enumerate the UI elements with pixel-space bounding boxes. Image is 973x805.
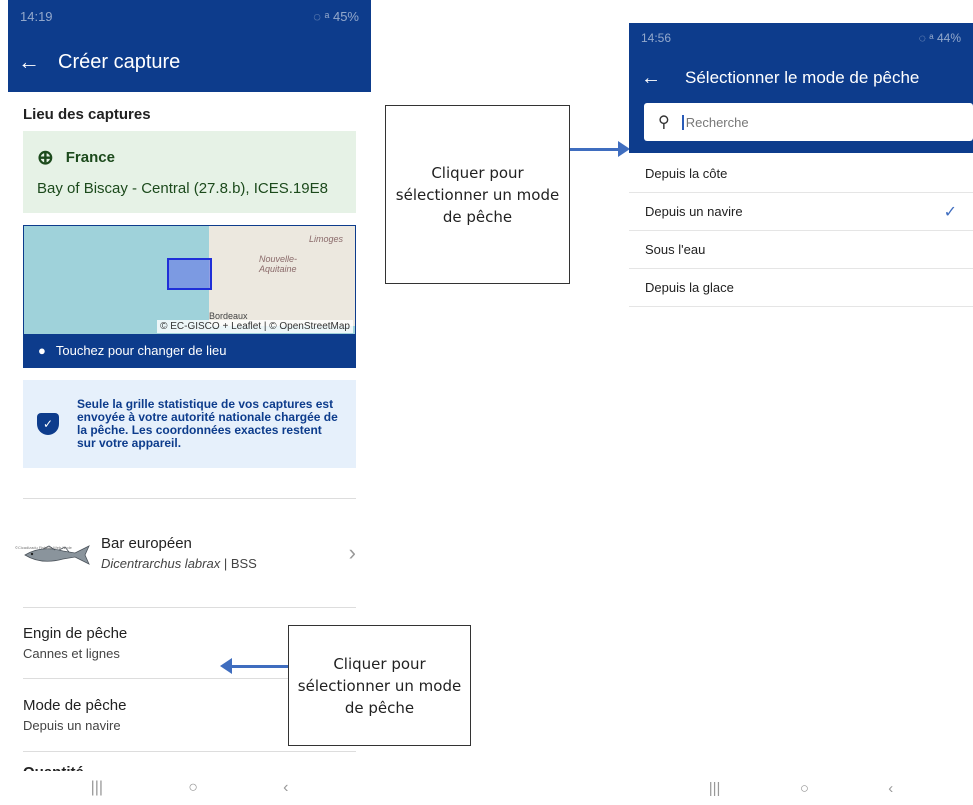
status-time: 14:19 <box>20 8 53 24</box>
map-label-nouvelle-aquitaine: Nouvelle- Aquitaine <box>259 254 298 274</box>
search-bar-container: ⚲ Recherche <box>629 103 973 153</box>
check-icon: ✓ <box>943 203 957 221</box>
location-box: ⊕ France Bay of Biscay - Central (27.8.b… <box>23 131 356 213</box>
search-icon: ⚲ <box>658 114 670 131</box>
status-bar: 14:56 ◌ ᵃ 44% <box>629 23 973 53</box>
nav-back-button[interactable]: ‹ <box>888 780 893 797</box>
status-icons: ◌ ᵃ 44% <box>918 31 961 45</box>
callout-bottom-text: Cliquer pour sélectionner un mode de pêc… <box>297 654 462 717</box>
map-label-limoges: Limoges <box>309 234 344 244</box>
location-country: France <box>65 149 115 166</box>
status-icons: ◌ ᵃ 45% <box>313 8 359 24</box>
home-button[interactable]: ○ <box>188 779 198 797</box>
page-title: Sélectionner le mode de pêche <box>685 68 920 87</box>
nav-back-button[interactable]: ‹ <box>283 779 288 797</box>
page-title: Créer capture <box>58 50 181 73</box>
species-name: Bar européen <box>101 535 192 552</box>
recent-apps-button[interactable]: ||| <box>91 779 103 797</box>
list-item-label: Depuis un navire <box>645 204 743 219</box>
home-button[interactable]: ○ <box>800 780 809 797</box>
fishing-gear-value: Cannes et lignes <box>23 646 120 661</box>
species-code: | BSS <box>220 556 257 571</box>
fishing-mode-list: Depuis la côte Depuis un navire ✓ Sous l… <box>629 155 973 307</box>
shield-check-icon: ✓ <box>37 413 59 435</box>
callout-top-text: Cliquer pour sélectionner un mode de pêc… <box>395 163 560 226</box>
map-widget[interactable]: Limoges Nouvelle- Aquitaine Bordeaux © E… <box>23 225 356 368</box>
location-pin-icon: ● <box>38 343 46 358</box>
arrow-to-search <box>570 148 620 151</box>
list-item[interactable]: Depuis la côte <box>629 155 973 193</box>
back-arrow-icon[interactable]: ← <box>18 49 58 75</box>
list-item-label: Sous l'eau <box>645 242 706 257</box>
fishing-gear-label: Engin de pêche <box>23 625 128 642</box>
species-scientific-name: Dicentrarchus labrax <box>101 556 221 571</box>
search-input[interactable]: ⚲ Recherche <box>644 103 973 141</box>
app-bar: ← Sélectionner le mode de pêche <box>629 53 973 103</box>
right-phone-screen: 14:56 ◌ ᵃ 44% ← Sélectionner le mode de … <box>629 23 973 805</box>
statistical-grid-rectangle <box>167 258 212 290</box>
system-nav-bar: ||| ○ ‹ <box>8 771 371 805</box>
location-section-label: Lieu des captures <box>23 106 151 123</box>
map-caption-text: Touchez pour changer de lieu <box>55 343 227 358</box>
callout-top: Cliquer pour sélectionner un mode de pêc… <box>385 105 570 284</box>
privacy-info-text: Seule la grille statistique de vos captu… <box>77 397 338 450</box>
globe-icon: ⊕ <box>37 147 54 169</box>
callout-bottom: Cliquer pour sélectionner un mode de pêc… <box>288 625 471 746</box>
list-item-label: Depuis la côte <box>645 166 728 181</box>
status-bar: 14:19 ◌ ᵃ 45% <box>8 0 371 32</box>
list-item[interactable]: Depuis la glace <box>629 269 973 307</box>
search-placeholder: Recherche <box>681 114 749 130</box>
recent-apps-button[interactable]: ||| <box>709 780 721 797</box>
status-time: 14:56 <box>641 31 672 45</box>
arrow-head-left <box>220 658 232 674</box>
privacy-info-box: ✓ Seule la grille statistique de vos cap… <box>23 380 356 468</box>
back-arrow-icon[interactable]: ← <box>641 67 685 90</box>
fishing-mode-value: Depuis un navire <box>23 718 121 733</box>
map-change-location-caption[interactable]: ● Touchez pour changer de lieu <box>24 334 355 367</box>
list-item-label: Depuis la glace <box>645 280 734 295</box>
location-zone: Bay of Biscay - Central (27.8.b), ICES.1… <box>37 180 328 197</box>
system-nav-bar: ||| ○ ‹ <box>629 771 973 805</box>
list-item[interactable]: Depuis un navire ✓ <box>629 193 973 231</box>
species-row[interactable]: Bar européen Dicentrarchus labrax | BSS … <box>8 499 371 607</box>
fishing-mode-label: Mode de pêche <box>23 697 127 714</box>
app-bar: ← Créer capture <box>8 32 371 92</box>
list-item[interactable]: Sous l'eau <box>629 231 973 269</box>
arrow-to-mode-row <box>232 665 288 668</box>
map-attribution: © EC-GISCO + Leaflet | © OpenStreetMap <box>157 320 353 333</box>
fish-image-credit: ©Cicadizadu Fishery Web Node <box>15 545 72 550</box>
chevron-right-icon: › <box>348 540 356 565</box>
